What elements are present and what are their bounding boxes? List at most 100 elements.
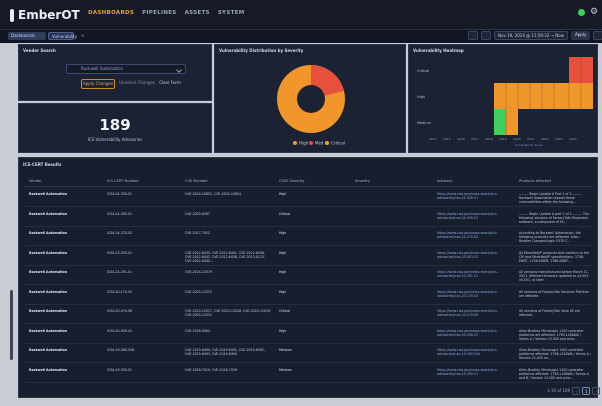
table-row[interactable]: Rockwell Automation ICSA-20-056-02 CVE-201… [25, 326, 593, 344]
logo-mark-icon [10, 8, 14, 22]
cell-products-affected: Allen-Bradley MicroLogix 1100 controller… [519, 367, 589, 380]
table-row[interactable]: Rockwell Automation ICSA-24-326-01 CVE-202… [25, 189, 593, 207]
col-vendor[interactable]: Vendor [29, 179, 42, 183]
heatmap-xlabel: 2021 [527, 137, 535, 141]
date-range-picker[interactable]: Nov 19, 2024 @ 11:59:32 → Now [494, 31, 569, 40]
cell-vendor: Rockwell Automation [29, 289, 68, 294]
advisory-count-label: ICS Vulnerability Advisories [87, 137, 143, 142]
cell-cve-number: CVE-2020-6387 [185, 211, 210, 216]
heatmap-cell[interactable] [569, 57, 581, 83]
legend-med: Med [315, 141, 324, 146]
table-row[interactable]: Rockwell Automation ICSA-20-070-06 CVE-202… [25, 306, 593, 324]
cell-advisory-link[interactable]: https://www.cisa.gov/news-events/ics-adv… [437, 290, 515, 303]
cell-severity [355, 231, 431, 244]
cell-advisory-link[interactable]: https://www.cisa.gov/news-events/ics-adv… [437, 251, 515, 264]
heatmap-ylabel-high: High [417, 95, 425, 99]
cell-cve-number: CVE-2016-7010, CVE-2016-7028 [185, 367, 237, 372]
tab-dashboards[interactable]: Dashboards [8, 32, 46, 40]
nav-system[interactable]: SYSTEM [218, 10, 245, 16]
cell-cvss-severity: High [279, 270, 287, 274]
heatmap-cell[interactable] [581, 57, 593, 83]
apply-changes-button[interactable]: Apply Changes [81, 79, 115, 89]
cell-cvss-severity: High [279, 231, 287, 235]
table-row[interactable]: Rockwell Automation ICSA-23-003-01 CVE-201… [25, 248, 593, 266]
heatmap-row-high[interactable] [494, 83, 593, 109]
donut-hole [297, 85, 325, 113]
vendor-select[interactable]: Rockwell Automation [66, 64, 186, 74]
cell-advisory-link[interactable]: https://www.cisa.gov/news-events/ics-adv… [437, 231, 515, 244]
table-row[interactable]: Rockwell Automation ICSA-24-270-02 CVE-201… [25, 228, 593, 246]
heatmap-xlabel: 2018 [485, 137, 493, 141]
legend-swatch-critical [325, 141, 329, 145]
cell-advisory-link[interactable]: https://www.cisa.gov/news-events/ics-adv… [437, 329, 515, 342]
heatmap-xlabel: 2015 [443, 137, 451, 141]
heatmap-caption: Vulnerability Score [515, 143, 543, 147]
tab-vulnerability[interactable]: Vulnerability [48, 32, 77, 40]
cell-ics-cert-number: ICSA-20-170-04 [107, 289, 133, 294]
cell-cvss-severity: High [279, 328, 287, 333]
heatmap-ylabel-critical: Critical [417, 69, 429, 73]
cell-severity [355, 329, 431, 342]
cell-ics-cert-number: ICSA-19-330-01 [107, 367, 133, 372]
heatmap-cell[interactable] [494, 109, 506, 135]
status-indicator [578, 9, 585, 16]
toolbar: Dashboards Vulnerability ✕ Nov 19, 2024 … [0, 30, 602, 43]
nav-pipelines[interactable]: PIPELINES [142, 10, 176, 16]
col-severity[interactable]: Severity [355, 179, 370, 183]
cell-cvss-severity: High [279, 250, 287, 255]
cell-advisory-link[interactable]: https://www.cisa.gov/news-events/ics-adv… [437, 270, 515, 283]
cell-advisory-link[interactable]: https://www.cisa.gov/news-events/ics-adv… [437, 212, 515, 225]
col-advisory[interactable]: Advisory [437, 179, 452, 183]
cell-vendor: Rockwell Automation [29, 192, 68, 196]
apply-button[interactable]: Apply [571, 31, 591, 40]
next-page-button[interactable]: › [592, 387, 601, 395]
table-header: Vendor ICS-CERT Number CVE Number CVSS S… [25, 176, 593, 187]
cell-advisory-link[interactable]: https://www.cisa.gov/news-events/ics-adv… [437, 309, 515, 322]
cell-advisory-link[interactable]: https://www.cisa.gov/news-events/ics-adv… [437, 192, 515, 205]
vulnerability-heatmap: Critical High Medium 2014 2015 2016 2017… [417, 57, 593, 147]
advisory-count-panel: 189 ICS Vulnerability Advisories [18, 103, 212, 153]
cell-advisory-link[interactable]: https://www.cisa.gov/news-events/ics-adv… [437, 348, 515, 361]
cell-vendor: Rockwell Automation [29, 309, 68, 313]
scrollbar[interactable] [10, 290, 13, 360]
logo[interactable]: EmberOT [10, 6, 80, 24]
cell-cve-number: CVE-2024-12079 [185, 270, 212, 274]
table-row[interactable]: Rockwell Automation ICSA-20-170-04 CVE-202… [25, 287, 593, 305]
pagination-info: 1-10 of 189 [547, 388, 571, 393]
nav-assets[interactable]: ASSETS [185, 10, 210, 16]
heatmap-xlabel: 2022 [541, 137, 549, 141]
table-row[interactable]: Rockwell Automation ICSA-19-330-01 CVE-201… [25, 365, 593, 383]
refresh-icon[interactable] [481, 31, 491, 40]
nav-dashboards[interactable]: DASHBOARDS [88, 10, 134, 16]
prev-page-button[interactable]: ‹ [572, 387, 581, 395]
unselect-changes-button[interactable]: Unselect Changes [119, 79, 155, 89]
clear-form-button[interactable]: Clear Form [159, 79, 181, 89]
close-icon[interactable]: ✕ [78, 32, 86, 40]
table-row[interactable]: Rockwell Automation ICSA-22-291-01 CVE-202… [25, 267, 593, 285]
col-cve-number[interactable]: CVE Number [185, 179, 208, 183]
cell-cvss-severity: Medium [279, 367, 292, 372]
table-row[interactable]: Rockwell Automation ICSA-24-305-01 CVE-202… [25, 209, 593, 227]
settings-icon[interactable] [593, 31, 602, 40]
legend-swatch-high [293, 141, 297, 145]
table-row[interactable]: Rockwell Automation ICSA-19-080-02B CVE-20… [25, 345, 593, 363]
col-products-affected[interactable]: Products Affected [519, 179, 551, 183]
cell-cvss-severity: Critical [279, 309, 291, 313]
heatmap-xlabel: 2017 [471, 137, 479, 141]
cell-severity [355, 212, 431, 225]
cell-cve-number: CVE-2024-10852, CVE-2024-10854 [185, 192, 241, 196]
gear-icon[interactable]: ⚙ [590, 7, 600, 17]
col-ics-cert-number[interactable]: ICS-CERT Number [107, 179, 139, 183]
calendar-icon[interactable] [468, 31, 478, 40]
heatmap-cell[interactable] [506, 109, 518, 135]
page-button[interactable]: 1 [582, 387, 591, 395]
heatmap-xlabel: 2020 [513, 137, 521, 141]
main-nav: DASHBOARDS PIPELINES ASSETS SYSTEM [88, 10, 244, 16]
cell-vendor: Rockwell Automation [29, 250, 68, 255]
cell-cvss-severity: High [279, 289, 287, 294]
cell-products-affected: All versions of FactoryTalk Services Pla… [519, 289, 590, 298]
cell-ics-cert-number: ICSA-20-070-06 [107, 309, 133, 313]
severity-donut-chart: High Med Critical [277, 65, 345, 146]
col-cvss-severity[interactable]: CVSS Severity [279, 179, 305, 183]
cell-advisory-link[interactable]: https://www.cisa.gov/news-events/ics-adv… [437, 368, 515, 381]
